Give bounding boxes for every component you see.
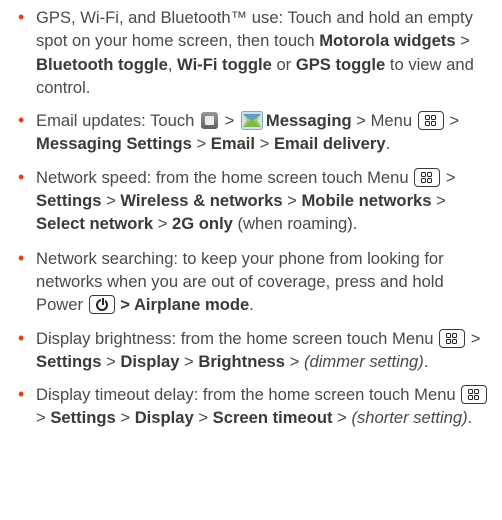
bullet-dot-icon: •: [18, 166, 25, 187]
separator: >: [466, 328, 481, 348]
step-messaging: Messaging: [265, 111, 352, 131]
bullet-dot-icon: •: [18, 384, 25, 405]
tip-text: Email updates: Touch: [36, 111, 199, 131]
power-key-icon: [88, 295, 115, 315]
step-settings: Settings: [36, 351, 102, 371]
bullet-dot-icon: •: [18, 247, 25, 268]
tip-text: Display timeout delay: from the home scr…: [36, 385, 461, 405]
separator: >: [101, 351, 121, 371]
separator: >: [115, 408, 135, 428]
tip-network-searching: • Network searching: to keep your phone …: [18, 247, 492, 317]
bullet-dot-icon: •: [18, 327, 25, 348]
step-dimmer-setting: (dimmer setting): [303, 351, 424, 371]
step-settings: Settings: [36, 191, 102, 211]
step-wireless-networks: Wireless & networks: [120, 191, 283, 211]
separator: >: [36, 408, 51, 428]
step-gps-toggle: GPS toggle: [295, 54, 386, 74]
separator: >: [455, 31, 470, 51]
tip-connectivity-toggles: • GPS, Wi-Fi, and Bluetooth™ use: Touch …: [18, 6, 492, 99]
separator: >: [101, 191, 121, 211]
tip-text: Display brightness: from the home screen…: [36, 328, 439, 348]
step-settings: Settings: [50, 408, 116, 428]
tip-text-tail: .: [385, 134, 391, 154]
menu-key-icon: [461, 385, 488, 405]
separator: >: [282, 191, 302, 211]
separator: ,: [167, 54, 178, 74]
separator: >: [153, 214, 173, 234]
bullet-dot-icon: •: [18, 110, 25, 131]
step-2g-only: 2G only: [172, 214, 233, 234]
separator: >: [444, 111, 460, 131]
separator: or: [271, 54, 296, 74]
battery-tips-list: • GPS, Wi-Fi, and Bluetooth™ use: Touch …: [18, 6, 492, 430]
separator: >: [431, 191, 446, 211]
tip-display-timeout: • Display timeout delay: from the home s…: [18, 383, 492, 430]
step-display: Display: [120, 351, 180, 371]
messaging-app-icon: [240, 111, 263, 131]
tip-text-tail: .: [467, 408, 473, 428]
step-wifi-toggle: Wi-Fi toggle: [177, 54, 272, 74]
tip-text-tail: (when roaming).: [232, 214, 358, 234]
step-select-network: Select network: [36, 214, 154, 234]
step-bluetooth-toggle: Bluetooth toggle: [36, 54, 168, 74]
step-mobile-networks: Mobile networks: [301, 191, 432, 211]
step-email: Email: [210, 134, 256, 154]
separator: >: [332, 408, 352, 428]
step-airplane-mode: > Airplane mode: [115, 295, 250, 315]
separator: >: [255, 134, 274, 154]
tips-page: • GPS, Wi-Fi, and Bluetooth™ use: Touch …: [0, 0, 502, 520]
menu-key-icon: [417, 111, 444, 131]
menu-label: Menu: [370, 111, 413, 131]
step-email-delivery: Email delivery: [273, 134, 386, 154]
separator: >: [193, 408, 213, 428]
tip-text-tail: .: [423, 351, 429, 371]
app-launcher-icon: [200, 112, 218, 130]
bullet-dot-icon: •: [18, 7, 25, 27]
menu-key-icon: [414, 167, 441, 187]
separator: >: [441, 167, 456, 187]
tip-text-tail: .: [249, 295, 254, 315]
menu-key-icon: [439, 328, 466, 348]
separator: >: [191, 134, 211, 154]
step-shorter-setting: (shorter setting): [351, 408, 468, 428]
tip-text: Network speed: from the home screen touc…: [36, 167, 414, 187]
separator: >: [351, 111, 371, 131]
tip-display-brightness: • Display brightness: from the home scre…: [18, 327, 492, 374]
separator: >: [219, 111, 239, 131]
separator: >: [179, 351, 199, 371]
step-screen-timeout: Screen timeout: [212, 408, 333, 428]
step-messaging-settings: Messaging Settings: [36, 134, 192, 154]
step-display: Display: [134, 408, 194, 428]
step-brightness: Brightness: [198, 351, 286, 371]
step-motorola-widgets: Motorola widgets: [319, 31, 456, 51]
separator: >: [285, 351, 304, 371]
tip-email-updates: • Email updates: Touch > Messaging > Men…: [18, 109, 492, 156]
tip-network-speed: • Network speed: from the home screen to…: [18, 166, 492, 236]
